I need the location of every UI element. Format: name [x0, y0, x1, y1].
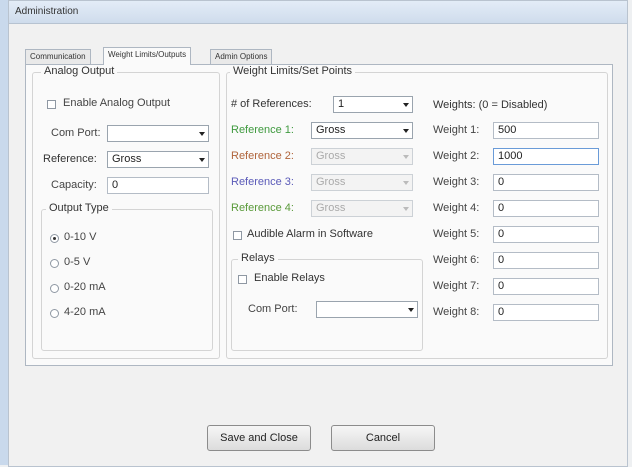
capacity-label: Capacity:	[51, 179, 97, 191]
output-0-5v-label: 0-5 V	[64, 256, 91, 268]
num-references-dropdown[interactable]: 1	[333, 96, 413, 113]
capacity-input[interactable]: 0	[107, 177, 209, 194]
weight-2-input[interactable]: 1000	[493, 148, 599, 165]
weight-4-input[interactable]: 0	[493, 200, 599, 217]
reference-3-label: Reference 3:	[231, 176, 294, 188]
output-0-5v-radio[interactable]	[50, 259, 59, 268]
weight-8-input[interactable]: 0	[493, 304, 599, 321]
analog-output-group: Analog Output Enable Analog Output Com P…	[32, 65, 220, 359]
tab-communication[interactable]: Communication	[25, 49, 91, 64]
analog-com-port-label: Com Port:	[51, 127, 101, 139]
tab-admin-options[interactable]: Admin Options	[210, 49, 273, 64]
output-0-20ma-radio[interactable]	[50, 284, 59, 293]
weights-header: Weights: (0 = Disabled)	[433, 99, 548, 111]
chevron-down-icon	[403, 207, 409, 211]
output-4-20ma-radio[interactable]	[50, 309, 59, 318]
enable-relays-label: Enable Relays	[254, 272, 325, 284]
reference-2-value: Gross	[316, 150, 346, 162]
tab-weight-limits-outputs[interactable]: Weight Limits/Outputs	[103, 47, 192, 65]
audible-alarm-label: Audible Alarm in Software	[247, 228, 373, 240]
chevron-down-icon	[403, 129, 409, 133]
weight-limits-group: Weight Limits/Set Points # of References…	[226, 65, 608, 359]
output-0-20ma-label: 0-20 mA	[64, 281, 106, 293]
reference-3-value: Gross	[316, 176, 346, 188]
output-type-title: Output Type	[46, 202, 112, 214]
reference-1-value: Gross	[316, 124, 346, 136]
weight-5-input[interactable]: 0	[493, 226, 599, 243]
window-client-area: Communication Weight Limits/Outputs Admi…	[15, 27, 621, 461]
relays-group: Relays Enable Relays Com Port:	[231, 252, 423, 351]
reference-1-label: Reference 1:	[231, 124, 294, 136]
num-references-label: # of References:	[231, 98, 312, 110]
relays-title: Relays	[238, 252, 278, 264]
num-references-value: 1	[338, 98, 345, 110]
reference-2-label: Reference 2:	[231, 150, 294, 162]
chevron-down-icon	[403, 155, 409, 159]
relays-com-port-label: Com Port:	[248, 303, 298, 315]
analog-com-port-dropdown[interactable]	[107, 125, 209, 142]
reference-4-value: Gross	[316, 202, 346, 214]
reference-4-dropdown[interactable]: Gross	[311, 200, 413, 217]
weight-7-input[interactable]: 0	[493, 278, 599, 295]
chevron-down-icon	[408, 308, 414, 312]
cancel-button[interactable]: Cancel	[331, 425, 435, 451]
reference-4-label: Reference 4:	[231, 202, 294, 214]
window-title: Administration	[15, 6, 79, 17]
chevron-down-icon	[403, 181, 409, 185]
reference-1-dropdown[interactable]: Gross	[311, 122, 413, 139]
enable-analog-output-checkbox[interactable]	[47, 100, 56, 109]
weight-2-label: Weight 2:	[433, 150, 480, 162]
analog-reference-label: Reference:	[43, 153, 97, 165]
chevron-down-icon	[199, 158, 205, 162]
enable-relays-checkbox[interactable]	[238, 275, 247, 284]
weight-5-label: Weight 5:	[433, 228, 480, 240]
audible-alarm-checkbox[interactable]	[233, 231, 242, 240]
output-4-20ma-label: 4-20 mA	[64, 306, 106, 318]
analog-reference-dropdown[interactable]: Gross	[107, 151, 209, 168]
weight-6-label: Weight 6:	[433, 254, 480, 266]
save-and-close-button[interactable]: Save and Close	[207, 425, 311, 451]
window-frame-left	[0, 0, 8, 465]
tab-page-weight-limits: Analog Output Enable Analog Output Com P…	[25, 64, 613, 366]
chevron-down-icon	[199, 132, 205, 136]
title-bar: Administration	[9, 1, 627, 24]
weight-6-input[interactable]: 0	[493, 252, 599, 269]
weight-1-input[interactable]: 500	[493, 122, 599, 139]
relays-com-port-dropdown[interactable]	[316, 301, 418, 318]
weight-limits-title: Weight Limits/Set Points	[230, 65, 356, 77]
weight-7-label: Weight 7:	[433, 280, 480, 292]
reference-3-dropdown[interactable]: Gross	[311, 174, 413, 191]
output-0-10v-radio[interactable]	[50, 234, 59, 243]
chevron-down-icon	[403, 103, 409, 107]
output-type-group: Output Type 0-10 V 0-5 V 0-20 mA 4-20 mA	[41, 202, 213, 351]
weight-4-label: Weight 4:	[433, 202, 480, 214]
enable-analog-output-label: Enable Analog Output	[63, 97, 171, 109]
administration-window: Administration Communication Weight Limi…	[8, 0, 628, 467]
reference-2-dropdown[interactable]: Gross	[311, 148, 413, 165]
output-0-10v-label: 0-10 V	[64, 231, 97, 243]
weight-8-label: Weight 8:	[433, 306, 480, 318]
weight-3-label: Weight 3:	[433, 176, 480, 188]
weight-3-input[interactable]: 0	[493, 174, 599, 191]
analog-reference-value: Gross	[112, 153, 142, 165]
weight-1-label: Weight 1:	[433, 124, 480, 136]
analog-output-title: Analog Output	[41, 65, 118, 77]
